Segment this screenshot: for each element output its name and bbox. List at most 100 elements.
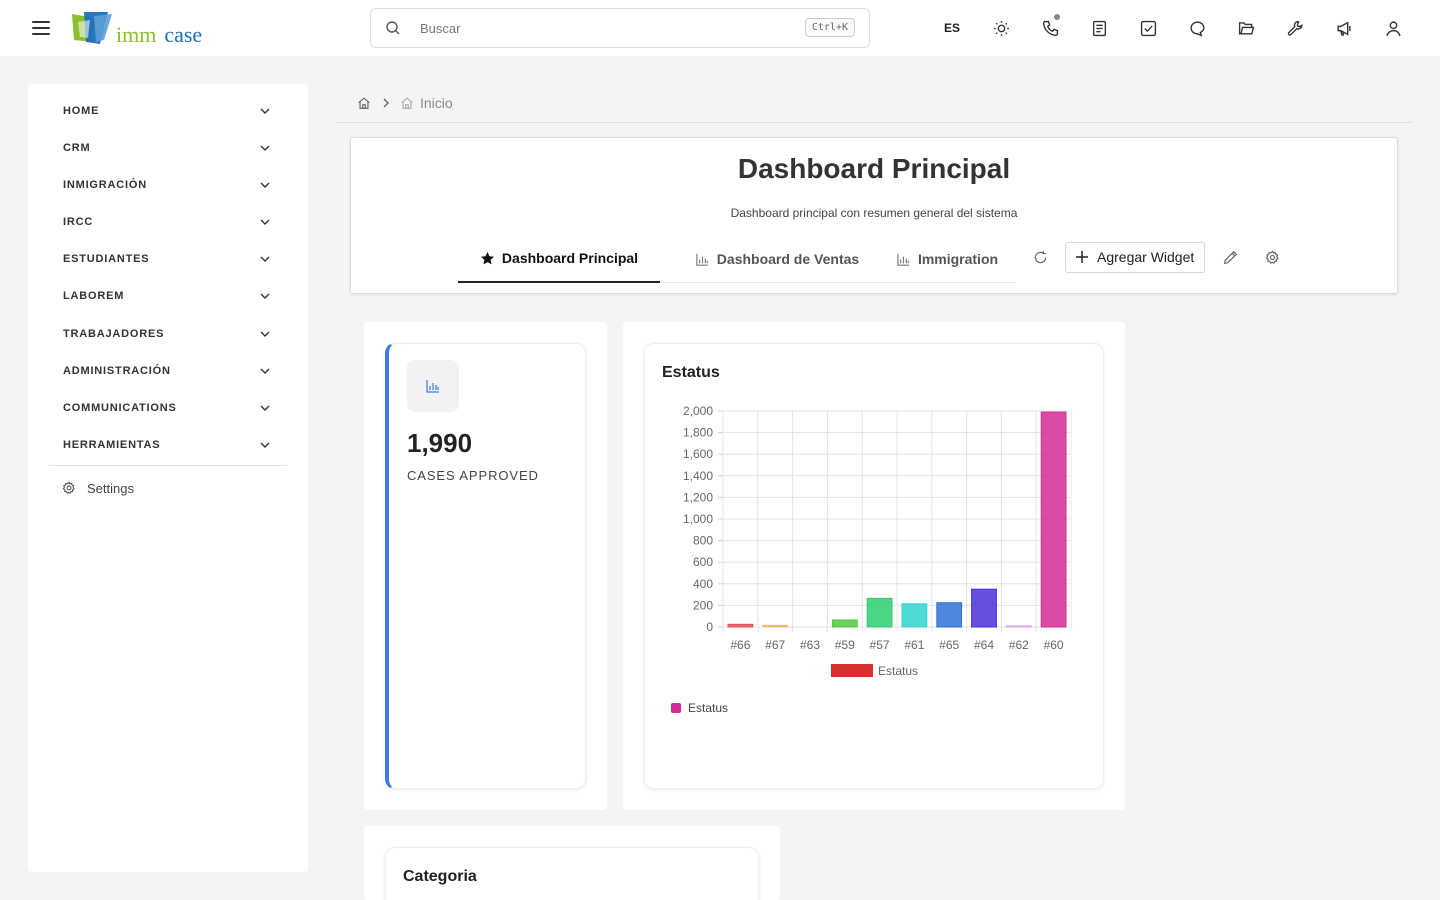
- tools-button[interactable]: [1273, 12, 1317, 44]
- chevron-down-icon: [260, 331, 270, 337]
- sidebar-item-crm[interactable]: CRM: [49, 133, 279, 163]
- status-chart-widget: Estatus 0 200 400 600 800 1,000 1,200 1,400 1,60…: [623, 322, 1125, 810]
- kpi-card: 1,990 CASES APPROVED: [385, 343, 586, 789]
- chevron-down-icon: [260, 405, 270, 411]
- sidebar-item-label: INMIGRACIÓN: [63, 179, 147, 191]
- tab-dashboard-de-ventas[interactable]: Dashboard de Ventas: [660, 235, 894, 283]
- search-input[interactable]: [420, 20, 780, 36]
- search-icon: [386, 21, 400, 35]
- category-title: Categoria: [403, 868, 477, 885]
- sidebar-item-label: TRABAJADORES: [63, 328, 165, 340]
- y-tick-label: 0: [706, 620, 713, 634]
- legend-label: Estatus: [878, 664, 918, 678]
- user-profile-button[interactable]: [1371, 12, 1415, 44]
- folder-button[interactable]: [1224, 12, 1268, 44]
- tab-immigration[interactable]: Immigration: [878, 235, 1016, 283]
- bar-chart-icon: [426, 380, 439, 393]
- chevron-down-icon: [260, 256, 270, 262]
- plus-icon: [1076, 251, 1088, 263]
- page-subtitle: Dashboard principal con resumen general …: [730, 206, 1018, 220]
- search-bar[interactable]: Ctrl+K: [370, 8, 870, 48]
- edit-button[interactable]: [1217, 241, 1243, 273]
- notes-button[interactable]: [1077, 12, 1121, 44]
- sidebar-item-inmigracion[interactable]: INMIGRACIÓN: [49, 170, 279, 200]
- announcements-button[interactable]: [1322, 12, 1366, 44]
- user-icon: [1385, 20, 1401, 36]
- sidebar-item-herramientas[interactable]: HERRAMIENTAS: [49, 430, 279, 460]
- x-tick-label: #66: [730, 638, 750, 652]
- sidebar-item-trabajadores[interactable]: TRABAJADORES: [49, 319, 279, 349]
- top-bar: immcase Ctrl+K ES: [0, 0, 1440, 56]
- refresh-button[interactable]: [1027, 241, 1053, 273]
- chevron-down-icon: [260, 442, 270, 448]
- logo-text: imm case: [116, 24, 202, 46]
- chat-icon: [1189, 20, 1205, 37]
- notes-icon: [1092, 20, 1106, 36]
- tab-dashboard-principal[interactable]: Dashboard Principal: [458, 235, 660, 283]
- dashboard-tabs: Dashboard Principal Dashboard de Ventas …: [458, 235, 1016, 283]
- sidebar-item-label: COMMUNICATIONS: [63, 402, 177, 414]
- sidebar-item-communications[interactable]: COMMUNICATIONS: [49, 393, 279, 423]
- tasks-icon: [1140, 20, 1156, 36]
- chart-bottom-legend[interactable]: Estatus: [671, 701, 728, 715]
- hamburger-menu-icon[interactable]: [32, 16, 58, 40]
- x-tick-label: #63: [800, 638, 820, 652]
- category-widget: Categoria: [364, 826, 780, 900]
- kpi-widget: 1,990 CASES APPROVED: [364, 322, 607, 810]
- legend-swatch: [831, 664, 873, 677]
- home-icon[interactable]: [357, 96, 371, 110]
- x-tick-label: #67: [765, 638, 785, 652]
- sidebar-item-settings[interactable]: Settings: [62, 478, 134, 498]
- chevron-down-icon: [260, 293, 270, 299]
- tab-label: Dashboard Principal: [501, 250, 639, 266]
- bar-66: [727, 623, 754, 628]
- kpi-value: 1,990: [407, 428, 473, 458]
- add-widget-button[interactable]: Agregar Widget: [1065, 241, 1206, 273]
- sidebar-item-estudiantes[interactable]: ESTUDIANTES: [49, 244, 279, 274]
- y-tick-label: 2,000: [683, 404, 713, 418]
- theme-toggle-button[interactable]: [979, 12, 1023, 44]
- sidebar-item-ircc[interactable]: IRCC: [49, 207, 279, 237]
- add-widget-label: Agregar Widget: [1097, 249, 1195, 265]
- sidebar-item-label: CRM: [63, 142, 91, 154]
- y-tick-label: 800: [693, 534, 713, 548]
- sidebar-item-label: ADMINISTRACIÓN: [63, 365, 171, 377]
- bar-65: [936, 602, 963, 628]
- megaphone-icon: [1336, 20, 1351, 36]
- x-tick-label: #57: [870, 638, 890, 652]
- phone-button[interactable]: [1028, 12, 1072, 44]
- bar-62: [1005, 625, 1032, 628]
- legend-swatch: [671, 703, 681, 713]
- y-tick-label: 1,000: [683, 512, 713, 526]
- sidebar-item-label: HERRAMIENTAS: [63, 439, 161, 451]
- bar-64: [971, 588, 997, 628]
- tab-label: Dashboard de Ventas: [716, 251, 860, 267]
- sidebar: HOME CRM INMIGRACIÓN IRCC ESTUDIANTES LA…: [28, 84, 308, 872]
- chat-button[interactable]: [1175, 12, 1219, 44]
- status-chart-card: Estatus 0 200 400 600 800 1,000 1,200 1,400 1,60…: [644, 343, 1104, 789]
- logo-text-imm: imm: [116, 22, 157, 47]
- app-logo[interactable]: imm case: [70, 10, 202, 46]
- sidebar-item-laborem[interactable]: LABOREM: [49, 281, 279, 311]
- sidebar-item-label: IRCC: [63, 216, 94, 228]
- gear-icon: [62, 481, 75, 494]
- breadcrumb-divider: [336, 122, 1412, 123]
- x-tick-label: #61: [904, 638, 924, 652]
- chevron-right-icon: [383, 98, 389, 108]
- y-tick-label: 600: [693, 555, 713, 569]
- breadcrumb: Inicio: [357, 94, 453, 112]
- y-tick-label: 1,400: [683, 469, 713, 483]
- tasks-button[interactable]: [1126, 12, 1170, 44]
- x-tick-label: #59: [835, 638, 855, 652]
- bar-60: [1040, 411, 1067, 628]
- language-button[interactable]: ES: [930, 12, 974, 44]
- bar-67: [762, 624, 789, 628]
- dashboard-settings-button[interactable]: [1259, 241, 1285, 273]
- sidebar-item-home[interactable]: HOME: [49, 96, 279, 126]
- sidebar-item-administracion[interactable]: ADMINISTRACIÓN: [49, 356, 279, 386]
- logo-mark-icon: [72, 12, 112, 44]
- settings-label: Settings: [87, 480, 134, 496]
- chevron-down-icon: [260, 219, 270, 225]
- x-tick-label: #62: [1009, 638, 1029, 652]
- bar-59: [831, 619, 858, 628]
